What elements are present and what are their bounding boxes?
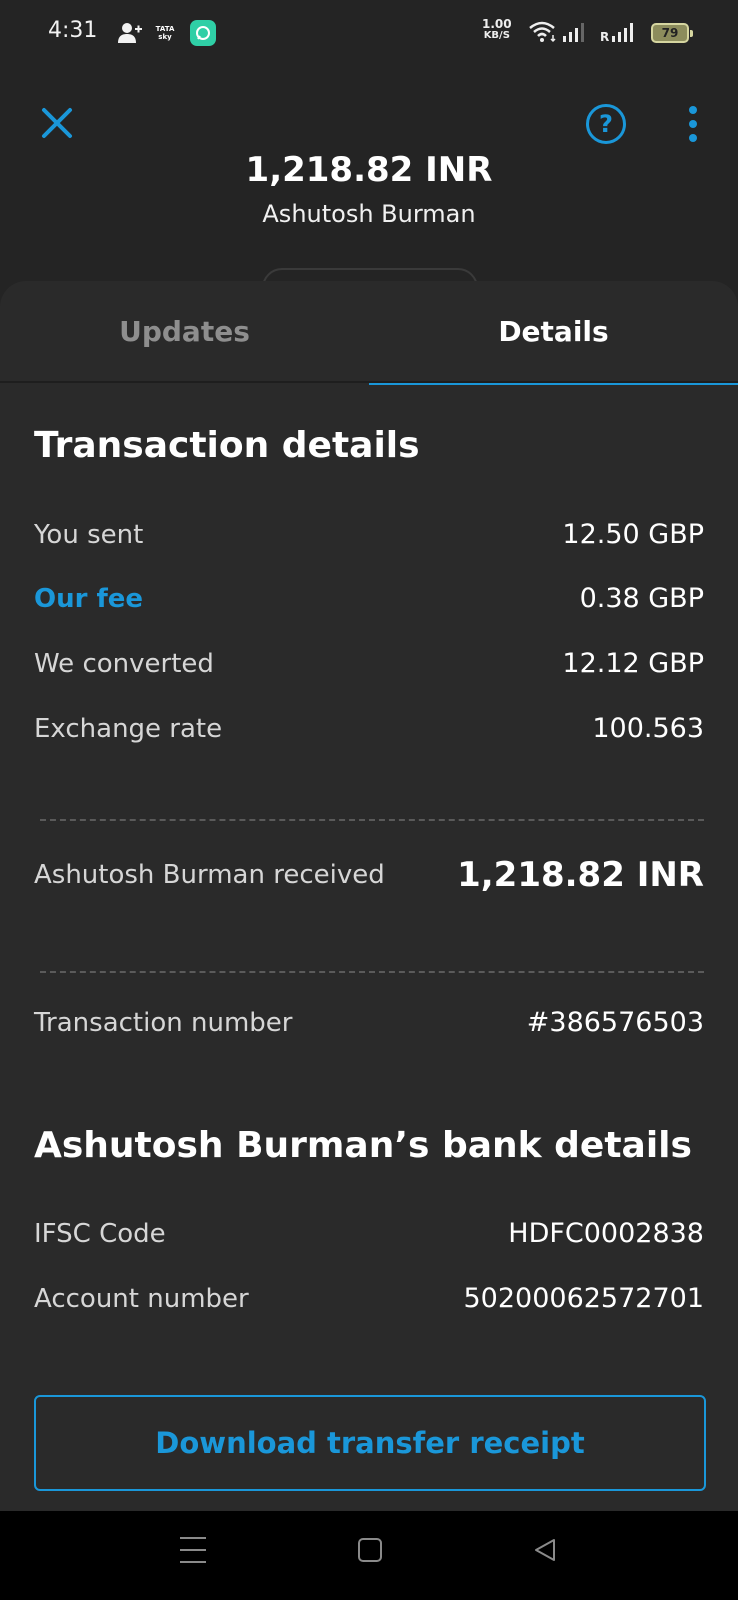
wifi-icon: [528, 20, 558, 48]
tab-divider: [0, 381, 738, 383]
tab-details[interactable]: Details: [369, 281, 738, 385]
home-icon[interactable]: [358, 1538, 382, 1562]
detail-value: 50200062572701: [463, 1283, 705, 1314]
received-label: Ashutosh Burman received: [34, 860, 385, 890]
header-amount: 1,218.82 INR: [245, 150, 493, 190]
system-nav-bar: [0, 1511, 738, 1600]
detail-row-our-fee: Our fee 0.38 GBP: [34, 583, 704, 614]
status-bar: 4:31 TATA sky 1.00 KB/S R 79: [0, 0, 738, 66]
header-recipient-name: Ashutosh Burman: [262, 200, 476, 228]
detail-label: Exchange rate: [34, 713, 223, 744]
add-contact-icon: [118, 22, 142, 44]
more-options-button[interactable]: [683, 106, 703, 142]
more-vertical-icon-dot: [689, 120, 697, 128]
detail-row-account-number: Account number 50200062572701: [34, 1283, 704, 1314]
transaction-number-label: Transaction number: [34, 1007, 293, 1038]
detail-row-exchange-rate: Exchange rate 100.563: [34, 713, 704, 744]
battery-icon: 79: [651, 23, 693, 43]
our-fee-link[interactable]: Our fee: [34, 584, 143, 614]
tab-bar: Updates Details: [0, 281, 738, 385]
battery-level: 79: [661, 26, 679, 40]
status-time: 4:31: [48, 18, 98, 43]
detail-label: Account number: [34, 1283, 249, 1314]
detail-value: HDFC0002838: [508, 1218, 704, 1249]
recent-apps-icon[interactable]: [180, 1537, 206, 1563]
more-vertical-icon-dot: [689, 134, 697, 142]
detail-value: 0.38 GBP: [579, 583, 704, 614]
roaming-signal-icon: R: [600, 21, 646, 47]
network-speed: 1.00 KB/S: [482, 17, 512, 41]
details-sheet: Updates Details Transaction details You …: [0, 281, 738, 1511]
transaction-number-value: #386576503: [526, 1007, 704, 1038]
tab-updates[interactable]: Updates: [0, 281, 369, 381]
bank-details-title: Ashutosh Burman’s bank details: [34, 1125, 692, 1166]
detail-row-transaction-number: Transaction number #386576503: [34, 1007, 704, 1038]
tata-sky-icon: TATA sky: [154, 25, 176, 41]
close-icon: [42, 108, 72, 138]
detail-value: 100.563: [592, 713, 704, 744]
detail-label: You sent: [34, 519, 144, 550]
detail-value: 12.50 GBP: [562, 519, 704, 550]
help-button[interactable]: ?: [586, 104, 626, 144]
detail-row-you-sent: You sent 12.50 GBP: [34, 519, 704, 550]
roaming-indicator: R: [600, 30, 609, 43]
status-notification-icons: TATA sky: [118, 20, 216, 46]
tata-sky-line1: TATA: [155, 25, 175, 33]
signal-icon: [563, 21, 589, 47]
dashed-divider: [40, 819, 704, 821]
close-button[interactable]: [38, 104, 76, 142]
help-circle-icon: ?: [599, 110, 613, 138]
download-receipt-button[interactable]: Download transfer receipt: [34, 1395, 706, 1491]
network-speed-value: 1.00: [482, 17, 512, 31]
detail-row-received: Ashutosh Burman received 1,218.82 INR: [34, 855, 704, 895]
network-speed-unit: KB/S: [483, 30, 510, 41]
dashed-divider: [40, 971, 704, 973]
tata-sky-line2: sky: [158, 33, 172, 41]
detail-row-ifsc: IFSC Code HDFC0002838: [34, 1218, 704, 1249]
detail-label: We converted: [34, 648, 214, 679]
back-icon[interactable]: [532, 1537, 558, 1567]
detail-row-we-converted: We converted 12.12 GBP: [34, 648, 704, 679]
received-value: 1,218.82 INR: [457, 855, 704, 895]
detail-value: 12.12 GBP: [562, 648, 704, 679]
transaction-details-title: Transaction details: [34, 425, 420, 466]
chat-app-icon: [190, 20, 216, 46]
more-vertical-icon-dot: [689, 106, 697, 114]
detail-label: IFSC Code: [34, 1218, 166, 1249]
